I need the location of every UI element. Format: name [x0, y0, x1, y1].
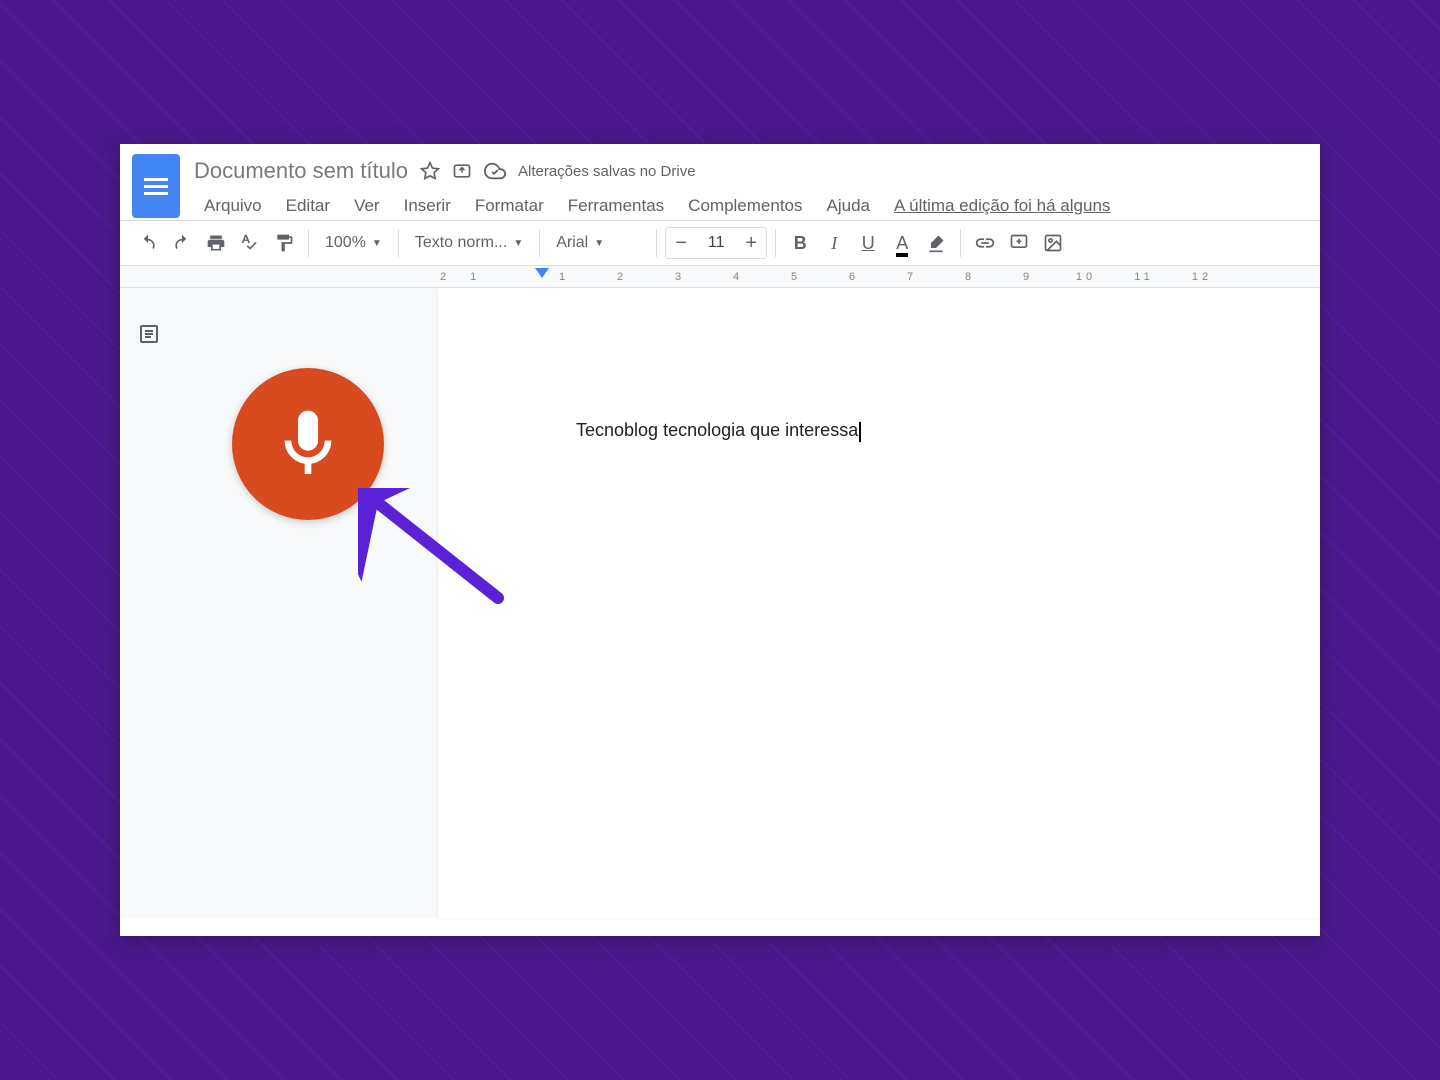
separator [656, 229, 657, 257]
ruler-tick: 1 [470, 271, 476, 283]
bold-button[interactable]: B [784, 227, 816, 259]
document-page[interactable]: Tecnoblog tecnologia que interessa [438, 288, 1320, 918]
ruler-tick: 4 [709, 271, 767, 283]
ruler-tick: 5 [767, 271, 825, 283]
docs-logo-icon[interactable] [132, 154, 180, 218]
spellcheck-icon[interactable] [234, 227, 266, 259]
left-sidebar [120, 288, 178, 918]
underline-button[interactable]: U [852, 227, 884, 259]
ruler-tick: 2 [593, 271, 651, 283]
workspace: Tecnoblog tecnologia que interessa [120, 288, 1320, 918]
ruler[interactable]: 2 1 1 2 3 4 5 6 7 8 9 10 11 12 [120, 266, 1320, 288]
toolbar: 100% ▼ Texto norm... ▼ Arial ▼ − 11 + B I U… [120, 220, 1320, 266]
zoom-value: 100% [325, 234, 366, 252]
document-outline-icon[interactable] [137, 322, 161, 346]
separator [308, 229, 309, 257]
font-size-group: − 11 + [665, 227, 767, 259]
menu-ver[interactable]: Ver [344, 192, 390, 220]
ruler-negative: 2 1 [440, 271, 476, 283]
menu-ajuda[interactable]: Ajuda [817, 192, 880, 220]
menu-inserir[interactable]: Inserir [394, 192, 461, 220]
separator [960, 229, 961, 257]
print-icon[interactable] [200, 227, 232, 259]
microphone-button[interactable] [232, 368, 384, 520]
cloud-saved-icon[interactable] [484, 160, 506, 182]
ruler-tick: 12 [1173, 271, 1231, 283]
insert-image-icon[interactable] [1037, 227, 1069, 259]
save-status: Alterações salvas no Drive [518, 163, 696, 180]
move-folder-icon[interactable] [452, 161, 472, 181]
document-title[interactable]: Documento sem título [194, 158, 408, 184]
caret-down-icon: ▼ [372, 238, 382, 249]
increase-size-button[interactable]: + [736, 228, 766, 258]
separator [539, 229, 540, 257]
last-edit-link[interactable]: A última edição foi há alguns [884, 192, 1120, 220]
zoom-select[interactable]: 100% ▼ [317, 234, 390, 252]
font-value: Arial [556, 234, 588, 252]
microphone-icon [268, 404, 348, 484]
style-value: Texto norm... [415, 234, 507, 252]
menu-arquivo[interactable]: Arquivo [194, 192, 272, 220]
header: Documento sem título Alterações salvas n… [120, 144, 1320, 220]
menu-editar[interactable]: Editar [276, 192, 340, 220]
docs-window: Documento sem título Alterações salvas n… [120, 144, 1320, 936]
document-text[interactable]: Tecnoblog tecnologia que interessa [576, 420, 858, 440]
ruler-tick: 8 [941, 271, 999, 283]
highlight-button[interactable] [920, 227, 952, 259]
ruler-tick: 11 [1115, 271, 1173, 283]
title-row: Documento sem título Alterações salvas n… [194, 154, 1320, 188]
font-size-value[interactable]: 11 [696, 234, 736, 252]
italic-button[interactable]: I [818, 227, 850, 259]
separator [398, 229, 399, 257]
undo-icon[interactable] [132, 227, 164, 259]
decrease-size-button[interactable]: − [666, 228, 696, 258]
caret-down-icon: ▼ [513, 238, 523, 249]
ruler-tick: 10 [1057, 271, 1115, 283]
paint-format-icon[interactable] [268, 227, 300, 259]
menubar: Arquivo Editar Ver Inserir Formatar Ferr… [194, 192, 1320, 220]
ruler-tick: 2 [440, 271, 446, 283]
menu-complementos[interactable]: Complementos [678, 192, 812, 220]
star-icon[interactable] [420, 161, 440, 181]
add-comment-icon[interactable] [1003, 227, 1035, 259]
menu-ferramentas[interactable]: Ferramentas [558, 192, 674, 220]
menu-formatar[interactable]: Formatar [465, 192, 554, 220]
ruler-tick: 9 [999, 271, 1057, 283]
ruler-tick: 1 [535, 271, 593, 283]
paragraph-style-select[interactable]: Texto norm... ▼ [407, 234, 531, 252]
ruler-positive: 1 2 3 4 5 6 7 8 9 10 11 12 [535, 266, 1320, 287]
redo-icon[interactable] [166, 227, 198, 259]
insert-link-icon[interactable] [969, 227, 1001, 259]
ruler-tick: 3 [651, 271, 709, 283]
voice-typing-panel [178, 288, 438, 918]
text-cursor [859, 422, 861, 442]
ruler-tick: 7 [883, 271, 941, 283]
text-color-button[interactable]: A [886, 227, 918, 259]
font-select[interactable]: Arial ▼ [548, 234, 648, 252]
header-content: Documento sem título Alterações salvas n… [194, 154, 1320, 220]
caret-down-icon: ▼ [594, 238, 604, 249]
ruler-tick: 6 [825, 271, 883, 283]
separator [775, 229, 776, 257]
